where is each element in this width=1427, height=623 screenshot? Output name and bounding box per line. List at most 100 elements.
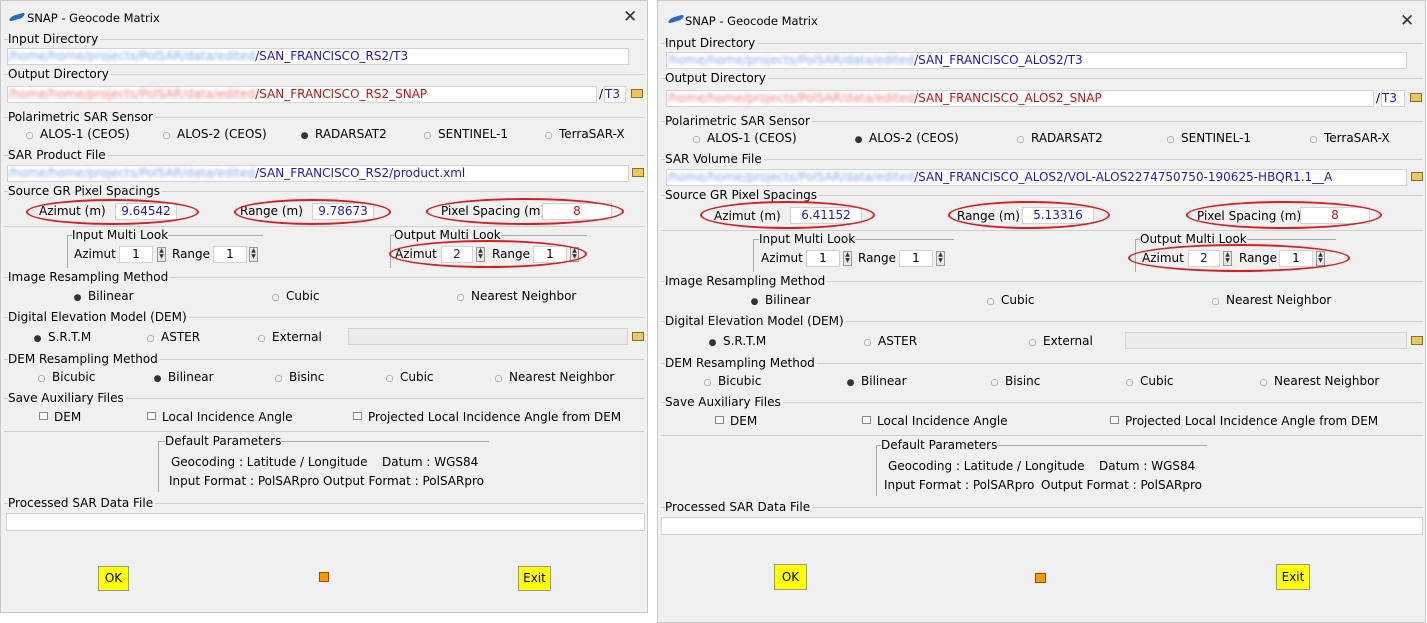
checkbox-label: Local Incidence Angle <box>877 414 1008 428</box>
radio-sentinel1[interactable]: ○ SENTINEL-1 <box>423 126 508 144</box>
radio-nearest[interactable]: ○ Nearest Neighbor <box>1211 292 1332 310</box>
output-subdir-field[interactable]: T3 <box>604 86 626 103</box>
radio-alos2[interactable]: ● ALOS-2 (CEOS) <box>854 130 959 148</box>
radio-bicubic[interactable]: ○ Bicubic <box>703 373 762 391</box>
radio-dem-cubic[interactable]: ○ Cubic <box>385 369 434 387</box>
checkbox-icon <box>862 416 871 424</box>
radio-cubic[interactable]: ○ Cubic <box>986 292 1035 310</box>
dem-label: Digital Elevation Model (DEM) <box>8 310 189 324</box>
processed-file-field[interactable] <box>6 513 645 531</box>
radio-dem-bilinear[interactable]: ● Bilinear <box>153 369 214 387</box>
radio-icon: ○ <box>990 378 999 388</box>
folder-browse-icon[interactable] <box>632 168 644 177</box>
processed-label: Processed SAR Data File <box>665 500 813 514</box>
help-icon[interactable] <box>319 572 329 582</box>
radio-dem-nearest[interactable]: ○ Nearest Neighbor <box>1259 373 1380 391</box>
radio-bilinear[interactable]: ● Bilinear <box>750 292 811 310</box>
checkbox-dem[interactable]: DEM <box>39 409 81 425</box>
checkbox-plia[interactable]: Projected Local Incidence Angle from DEM <box>1110 413 1378 429</box>
radio-dem-cubic[interactable]: ○ Cubic <box>1125 373 1174 391</box>
radio-label: Bilinear <box>765 293 811 307</box>
window-title: SNAP - Geocode Matrix <box>27 11 160 25</box>
processed-file-field[interactable] <box>661 517 1423 535</box>
checkbox-dem[interactable]: DEM <box>715 413 757 429</box>
radio-alos2[interactable]: ○ ALOS-2 (CEOS) <box>162 126 267 144</box>
radio-radarsat2[interactable]: ● RADARSAT2 <box>300 126 387 144</box>
folder-browse-icon[interactable] <box>631 89 643 98</box>
input-range-value[interactable]: 1 <box>899 250 933 267</box>
product-file-field[interactable]: /home/home/projects/PolSAR/data/edited/S… <box>7 165 629 182</box>
radio-dem-bilinear[interactable]: ● Bilinear <box>846 373 907 391</box>
ok-button[interactable]: OK <box>774 564 807 590</box>
radio-bisinc[interactable]: ○ Bisinc <box>990 373 1041 391</box>
radio-terrasar[interactable]: ○ TerraSAR-X <box>544 126 625 144</box>
input-azimut-value[interactable]: 1 <box>806 250 840 267</box>
radio-radarsat2[interactable]: ○ RADARSAT2 <box>1016 130 1103 148</box>
input-directory-field[interactable]: /home/home/projects/PolSAR/data/edited/S… <box>7 48 629 65</box>
folder-browse-icon[interactable] <box>632 332 644 341</box>
radio-label: Nearest Neighbor <box>1274 374 1380 388</box>
radio-selected-icon: ● <box>153 374 162 384</box>
radio-aster[interactable]: ○ ASTER <box>146 329 201 347</box>
checkbox-lia[interactable]: Local Incidence Angle <box>147 409 293 425</box>
radio-aster[interactable]: ○ ASTER <box>863 333 918 351</box>
output-format-text: Output Format : PolSARpro <box>323 474 484 488</box>
exit-button[interactable]: Exit <box>518 566 551 591</box>
radio-bisinc[interactable]: ○ Bisinc <box>274 369 325 387</box>
close-icon[interactable]: ✕ <box>623 7 637 27</box>
input-directory-field[interactable]: /home/home/projects/PolSAR/data/edited/S… <box>666 52 1407 69</box>
radio-nearest[interactable]: ○ Nearest Neighbor <box>456 288 577 306</box>
spinner-arrows-icon[interactable]: ▲ ▼ <box>936 251 945 266</box>
output-subdir-field[interactable]: T3 <box>1381 90 1405 107</box>
product-file-field[interactable]: /home/home/projects/PolSAR/data/edited/S… <box>666 169 1407 186</box>
radio-icon: ○ <box>423 131 432 141</box>
spinner-arrows-icon[interactable]: ▲ ▼ <box>157 247 166 262</box>
checkbox-plia[interactable]: Projected Local Incidence Angle from DEM <box>353 409 621 425</box>
input-directory-label: Input Directory <box>8 32 101 46</box>
radio-label: Bisinc <box>1005 374 1041 388</box>
divider <box>661 230 1423 231</box>
output-directory-field[interactable]: /home/home/projects/PolSAR/data/edited/S… <box>7 86 597 103</box>
radio-bilinear[interactable]: ● Bilinear <box>73 288 134 306</box>
title-bar: SNAP - Geocode Matrix ✕ <box>1 1 647 35</box>
folder-browse-icon[interactable] <box>1411 336 1423 345</box>
output-directory-field[interactable]: /home/home/projects/PolSAR/data/edited/S… <box>666 90 1374 107</box>
geocoding-text: Geocoding : Latitude / Longitude <box>171 455 368 469</box>
close-icon[interactable]: ✕ <box>1400 11 1414 31</box>
checkbox-lia[interactable]: Local Incidence Angle <box>862 413 1008 429</box>
folder-browse-icon[interactable] <box>1410 93 1422 102</box>
radio-icon: ○ <box>494 374 503 384</box>
radio-cubic[interactable]: ○ Cubic <box>271 288 320 306</box>
radio-bicubic[interactable]: ○ Bicubic <box>37 369 96 387</box>
checkbox-label: Projected Local Incidence Angle from DEM <box>368 410 622 424</box>
external-dem-field[interactable] <box>1125 332 1407 349</box>
spacing-label: Source GR Pixel Spacings <box>665 188 820 202</box>
radio-external[interactable]: ○ External <box>1028 333 1093 351</box>
radio-srtm[interactable]: ● S.R.T.M <box>33 329 92 347</box>
spinner-arrows-icon[interactable]: ▲ ▼ <box>249 247 258 262</box>
radio-terrasar[interactable]: ○ TerraSAR-X <box>1309 130 1390 148</box>
radio-label: ASTER <box>161 330 201 344</box>
external-dem-field[interactable] <box>348 328 628 345</box>
help-icon[interactable] <box>1035 573 1046 583</box>
product-file-value: /SAN_FRANCISCO_ALOS2/VOL-ALOS2274750750-… <box>914 170 1333 184</box>
exit-button[interactable]: Exit <box>1276 564 1310 590</box>
radio-alos1[interactable]: ○ ALOS-1 (CEOS) <box>25 126 130 144</box>
radio-icon: ○ <box>692 135 701 145</box>
radio-label: Bilinear <box>861 374 907 388</box>
folder-browse-icon[interactable] <box>1411 172 1423 181</box>
radio-dem-nearest[interactable]: ○ Nearest Neighbor <box>494 369 615 387</box>
input-azimut-value[interactable]: 1 <box>119 246 153 263</box>
radio-sentinel1[interactable]: ○ SENTINEL-1 <box>1166 130 1251 148</box>
ok-button[interactable]: OK <box>98 566 129 591</box>
input-range-label: Range <box>172 247 211 261</box>
checkbox-icon <box>1110 416 1119 424</box>
radio-srtm[interactable]: ● S.R.T.M <box>708 333 767 351</box>
processed-label: Processed SAR Data File <box>8 496 156 510</box>
spinner-arrows-icon[interactable]: ▲ ▼ <box>843 251 852 266</box>
radio-alos1[interactable]: ○ ALOS-1 (CEOS) <box>692 130 797 148</box>
input-range-value[interactable]: 1 <box>213 246 247 263</box>
geocoding-text: Geocoding : Latitude / Longitude <box>888 459 1085 473</box>
radio-label: ALOS-2 (CEOS) <box>177 127 267 141</box>
radio-external[interactable]: ○ External <box>257 329 322 347</box>
